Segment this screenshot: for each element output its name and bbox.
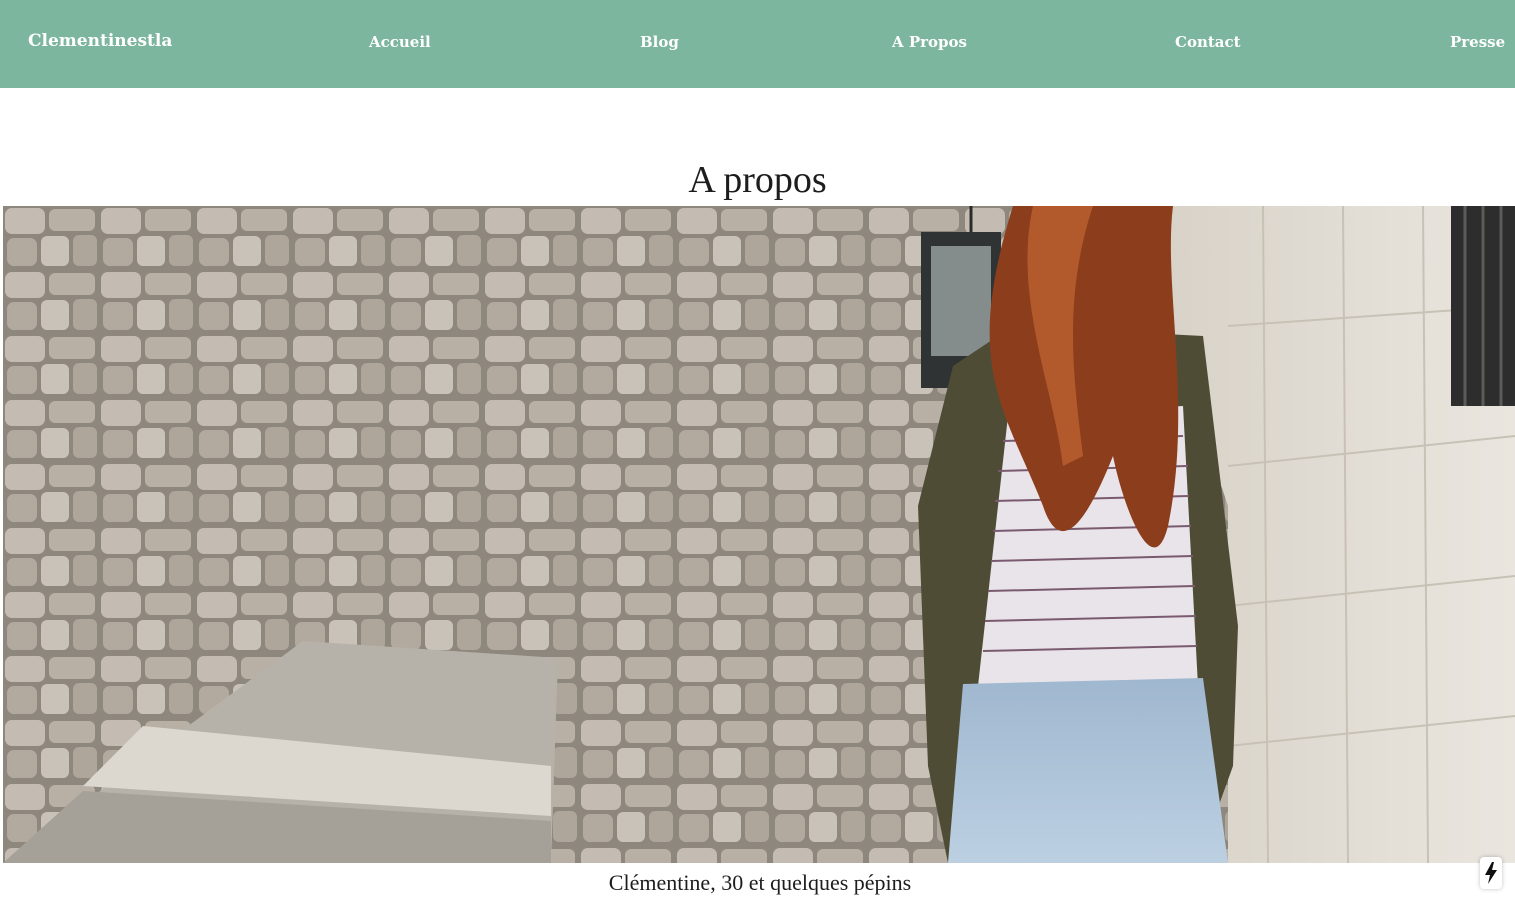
top-navbar: Clementinestla Accueil Blog A Propos Con…	[0, 0, 1515, 88]
hero-photo	[3, 206, 1515, 863]
page-title: A propos	[688, 159, 827, 201]
photo-caption: Clémentine, 30 et quelques pépins	[608, 870, 912, 895]
lightning-badge-button[interactable]	[1480, 857, 1502, 889]
nav-link-blog[interactable]: Blog	[640, 32, 679, 52]
nav-link-contact[interactable]: Contact	[1175, 32, 1241, 52]
lightning-bolt-icon	[1485, 862, 1497, 884]
site-brand-link[interactable]: Clementinestla	[28, 31, 172, 51]
nav-link-a-propos[interactable]: A Propos	[892, 32, 967, 52]
nav-link-presse[interactable]: Presse	[1450, 32, 1505, 52]
nav-link-accueil[interactable]: Accueil	[369, 32, 431, 52]
